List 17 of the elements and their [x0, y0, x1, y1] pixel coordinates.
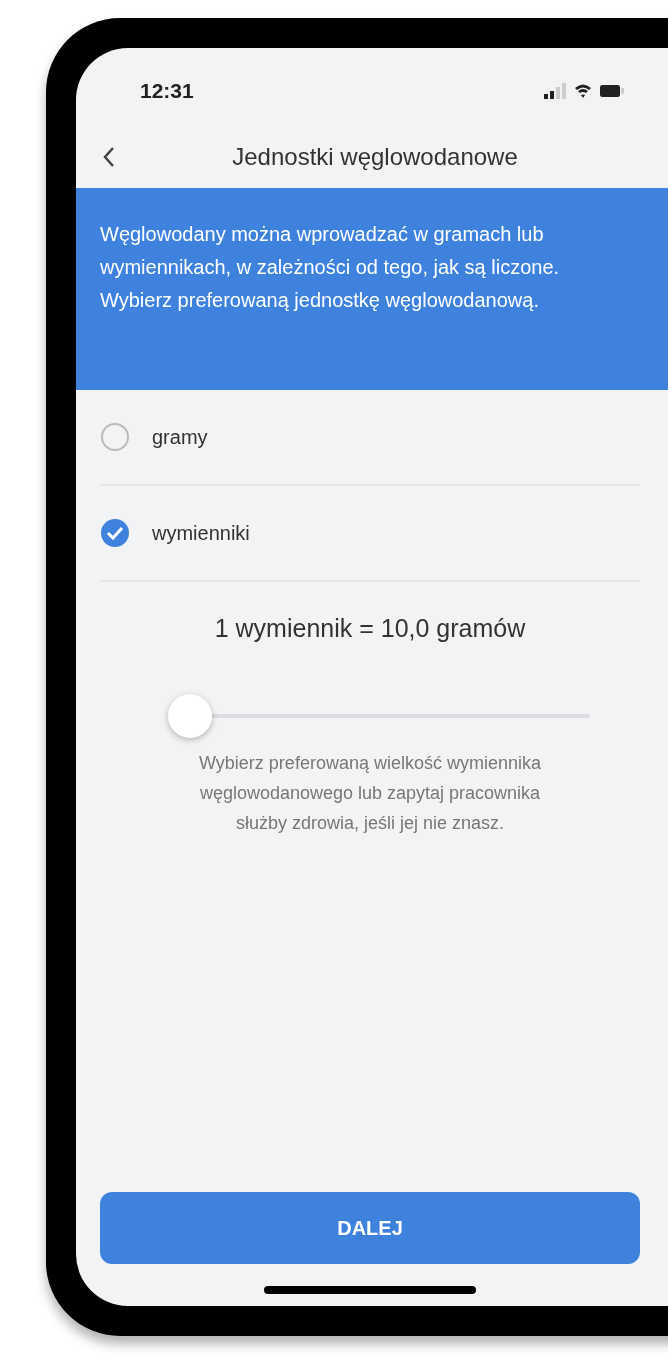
option-label: wymienniki: [152, 521, 250, 546]
option-label: gramy: [152, 425, 208, 450]
slider-thumb[interactable]: [168, 693, 212, 738]
next-button[interactable]: DALEJ: [100, 1192, 640, 1264]
slider-hint: Wybierz preferowaną wielkość wymiennika węglowodanowego lub zapytaj pracownika służby zdrowia, jeśli jej nie znasz.: [198, 751, 542, 835]
status-time: 12:31: [140, 78, 194, 105]
exchange-value: 1 wymiennik = 10,0 gramów: [214, 613, 526, 644]
signal-icon: [544, 83, 566, 99]
back-chevron-icon: [102, 146, 116, 168]
radio-empty-icon[interactable]: [100, 422, 130, 452]
radio-checked-icon[interactable]: [100, 518, 130, 548]
info-text: Węglowodany można wprowadzać w gramach lub wymiennikach, w zależności od tego, jak są liczone. Wybierz preferowaną jednostkę węglowodanową.: [100, 222, 561, 313]
wifi-icon: [574, 83, 592, 99]
battery-icon: [600, 85, 624, 97]
unit-option[interactable]: gramy: [100, 390, 640, 486]
screen-title: Jednostki węglowodanowe: [231, 142, 519, 172]
unit-option[interactable]: wymienniki: [100, 486, 640, 582]
